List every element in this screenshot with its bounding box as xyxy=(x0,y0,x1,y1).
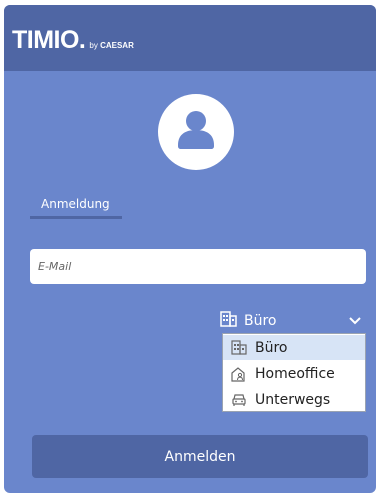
building-icon xyxy=(231,339,247,356)
location-option-label: Büro xyxy=(255,339,288,356)
building-icon xyxy=(220,310,238,332)
login-button[interactable]: Anmelden xyxy=(32,435,368,478)
login-window: TIMIO. by CAESAR Anmeldung Büro xyxy=(4,5,376,493)
location-select[interactable]: Büro xyxy=(220,311,368,331)
location-option-label: Homeoffice xyxy=(255,365,335,382)
location-option-homeoffice[interactable]: Homeoffice xyxy=(223,361,365,386)
car-icon xyxy=(231,392,247,408)
avatar xyxy=(158,94,234,170)
location-selected-value: Büro xyxy=(244,313,277,329)
tab-anmeldung-underline xyxy=(30,216,122,219)
brand-company-name: CAESAR xyxy=(100,41,134,50)
brand-company: by CAESAR xyxy=(89,41,133,50)
tab-anmeldung[interactable]: Anmeldung xyxy=(41,197,110,211)
location-dropdown: Büro Homeoffice Unterwegs xyxy=(222,333,366,412)
location-option-buero[interactable]: Büro xyxy=(223,335,365,360)
chevron-down-icon xyxy=(348,313,362,331)
brand-logo: TIMIO. by CAESAR xyxy=(12,26,134,55)
header-bar: TIMIO. by CAESAR xyxy=(4,5,376,71)
email-field[interactable] xyxy=(30,249,366,284)
location-option-label: Unterwegs xyxy=(255,391,331,408)
location-option-unterwegs[interactable]: Unterwegs xyxy=(223,387,365,412)
brand-name: TIMIO. xyxy=(12,26,86,54)
home-office-icon xyxy=(231,366,247,382)
brand-by: by xyxy=(89,41,98,50)
user-icon xyxy=(178,111,214,149)
